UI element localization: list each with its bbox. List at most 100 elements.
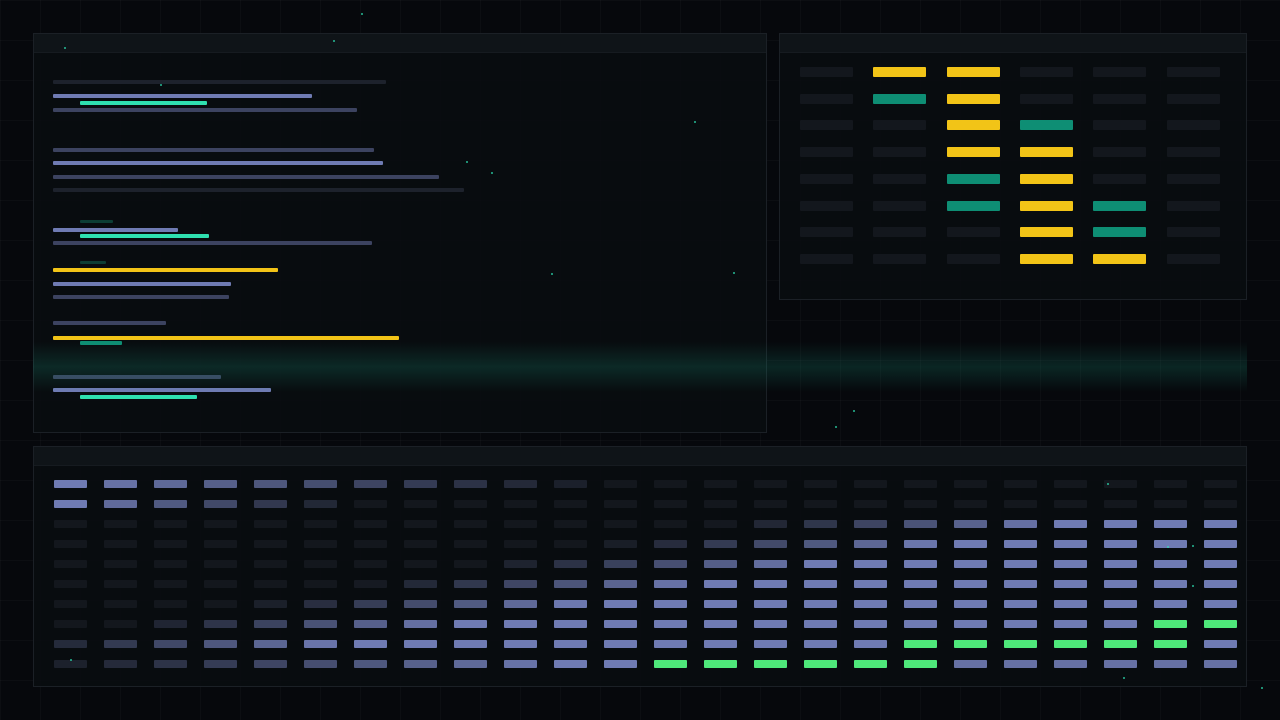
waterfall-bar	[54, 500, 87, 508]
code-line	[53, 80, 386, 84]
waterfall-bar	[454, 480, 487, 488]
matrix-cell	[1093, 120, 1147, 131]
waterfall-bar	[1204, 480, 1237, 488]
waterfall-bar	[1154, 640, 1187, 648]
code-line	[53, 295, 229, 299]
waterfall-bar	[104, 520, 137, 528]
waterfall-bar	[704, 540, 737, 548]
waterfall-bar	[654, 620, 687, 628]
waterfall-bar	[954, 620, 987, 628]
matrix-cell	[1166, 147, 1220, 158]
matrix-grid	[780, 34, 1246, 299]
waterfall-bar	[454, 660, 487, 668]
matrix-cell	[873, 93, 927, 104]
waterfall-bar	[804, 560, 837, 568]
waterfall-bar	[104, 560, 137, 568]
waterfall-bar	[854, 660, 887, 668]
waterfall-bar	[554, 620, 587, 628]
particle	[835, 426, 837, 428]
waterfall-bar	[904, 580, 937, 588]
waterfall-bar	[404, 640, 437, 648]
waterfall-bar	[1004, 600, 1037, 608]
waterfall-bar	[754, 620, 787, 628]
matrix-cell	[800, 120, 853, 131]
waterfall-bar	[1004, 520, 1037, 528]
waterfall-bar	[404, 580, 437, 588]
waterfall-bar	[954, 560, 987, 568]
waterfall-bar	[1004, 640, 1037, 648]
waterfall-bar	[454, 640, 487, 648]
waterfall-bar	[1204, 640, 1237, 648]
waterfall-bar	[54, 600, 87, 608]
waterfall-bar	[104, 480, 137, 488]
waterfall-bar	[904, 480, 937, 488]
waterfall-bar	[1104, 660, 1137, 668]
waterfall-bar	[154, 620, 187, 628]
waterfall-bar	[1204, 560, 1237, 568]
waterfall-bar	[904, 660, 937, 668]
code-line	[53, 375, 221, 379]
waterfall-bar	[154, 520, 187, 528]
waterfall-bar	[1054, 580, 1087, 588]
code-line	[53, 268, 278, 272]
waterfall-bar	[354, 660, 387, 668]
matrix-cell	[800, 147, 853, 158]
waterfall-bar	[854, 600, 887, 608]
code-lines	[34, 34, 766, 432]
waterfall-bar	[254, 620, 287, 628]
waterfall-bar	[154, 560, 187, 568]
waterfall-bar	[54, 620, 87, 628]
matrix-cell	[946, 67, 1000, 77]
waterfall-bar	[754, 600, 787, 608]
waterfall-bar	[654, 520, 687, 528]
waterfall-bar	[204, 560, 237, 568]
waterfall-bar	[954, 480, 987, 488]
matrix-cell	[1019, 253, 1073, 264]
code-line	[80, 101, 207, 105]
waterfall-bar	[854, 580, 887, 588]
waterfall-bar	[1204, 540, 1237, 548]
waterfall-bar	[304, 520, 337, 528]
code-line	[53, 188, 464, 192]
waterfall-bar	[704, 600, 737, 608]
waterfall-grid	[34, 447, 1246, 686]
waterfall-bar	[1154, 660, 1187, 668]
matrix-cell	[1166, 227, 1220, 238]
waterfall-bar	[1054, 620, 1087, 628]
waterfall-bar	[104, 580, 137, 588]
waterfall-bar	[304, 480, 337, 488]
code-line	[53, 336, 399, 340]
waterfall-bar	[754, 520, 787, 528]
code-line	[53, 388, 271, 392]
waterfall-bar	[1054, 540, 1087, 548]
matrix-cell	[1019, 227, 1073, 238]
waterfall-bar	[904, 540, 937, 548]
matrix-cell	[1093, 147, 1147, 158]
waterfall-bar	[904, 600, 937, 608]
waterfall-bar	[1104, 500, 1137, 508]
waterfall-bar	[554, 660, 587, 668]
matrix-cell	[873, 253, 927, 264]
waterfall-bar	[1204, 660, 1237, 668]
code-line	[53, 161, 383, 165]
waterfall-bar	[354, 520, 387, 528]
waterfall-bar	[254, 480, 287, 488]
matrix-cell	[1093, 227, 1147, 238]
waterfall-bar	[1204, 500, 1237, 508]
waterfall-bar	[454, 620, 487, 628]
code-line	[53, 94, 312, 98]
waterfall-bar	[254, 600, 287, 608]
waterfall-bar	[654, 560, 687, 568]
waterfall-bar	[354, 500, 387, 508]
code-panel	[33, 33, 767, 433]
code-line	[53, 282, 231, 286]
waterfall-bar	[704, 560, 737, 568]
waterfall-bar	[104, 540, 137, 548]
waterfall-bar	[1054, 600, 1087, 608]
waterfall-bar	[54, 640, 87, 648]
waterfall-bar	[154, 500, 187, 508]
waterfall-bar	[854, 480, 887, 488]
waterfall-bar	[1054, 520, 1087, 528]
waterfall-bar	[1154, 520, 1187, 528]
waterfall-bar	[654, 640, 687, 648]
